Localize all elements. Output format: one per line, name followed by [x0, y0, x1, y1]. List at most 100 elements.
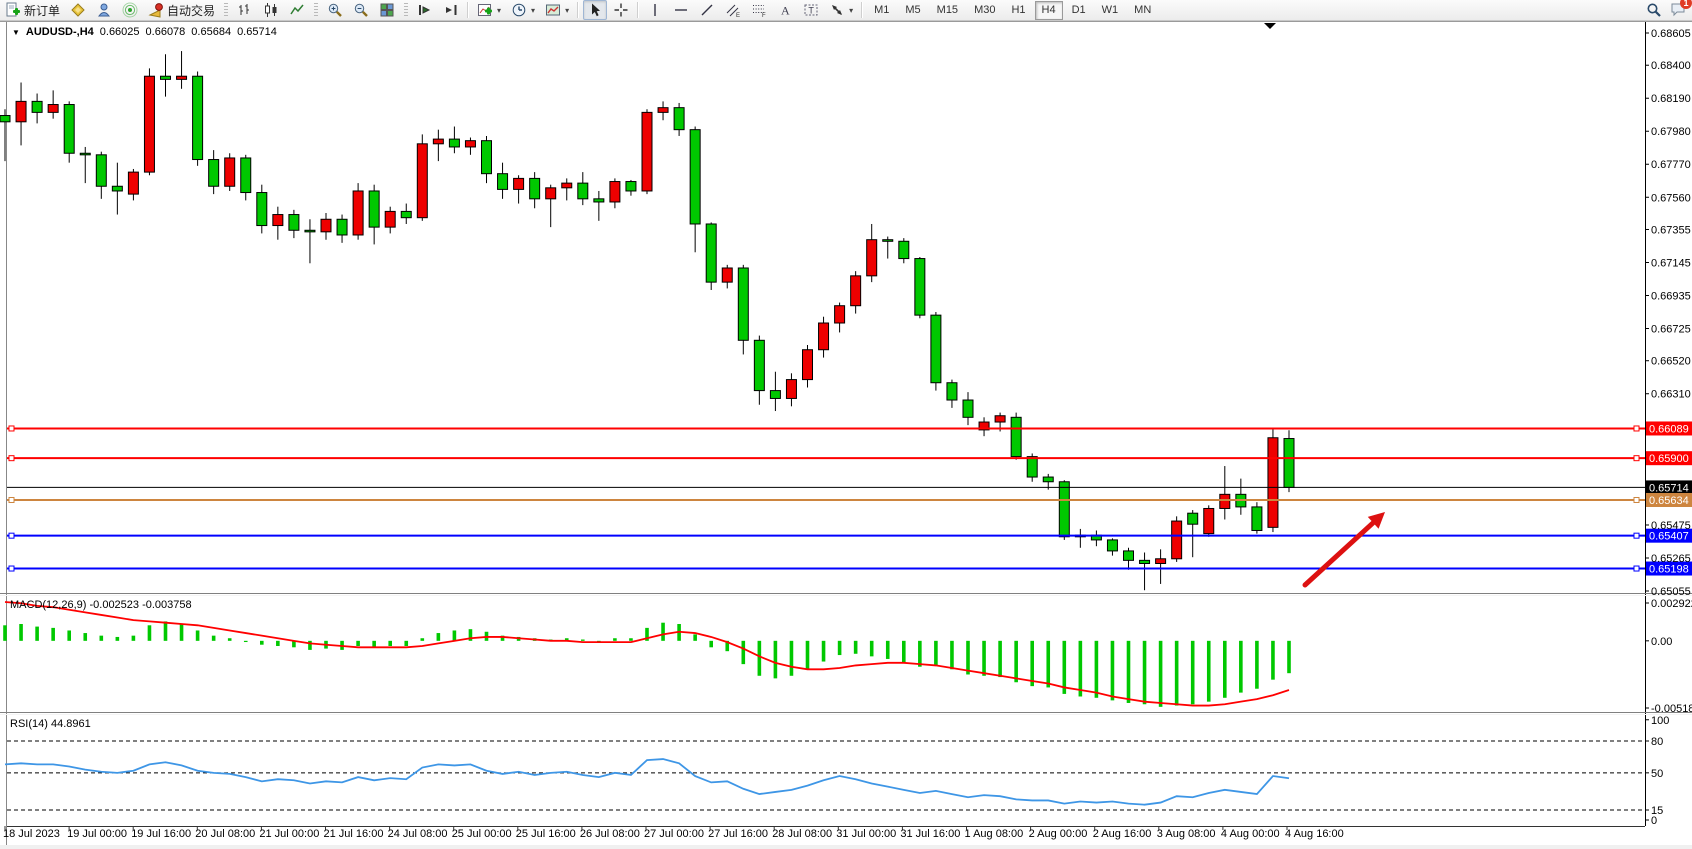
timeframe-button-H1[interactable]: H1: [1004, 1, 1032, 20]
price-axis-label: 0.68190: [1651, 93, 1691, 105]
timeframe-button-M5[interactable]: M5: [898, 1, 927, 20]
svg-text:T: T: [808, 6, 814, 16]
time-label: 21 Jul 16:00: [324, 828, 384, 840]
macd-histogram-bar: [196, 630, 200, 640]
autotrading-button[interactable]: 自动交易: [144, 0, 219, 20]
macd-histogram-bar: [774, 641, 778, 679]
search-icon[interactable]: [1646, 2, 1662, 18]
signal-button[interactable]: [118, 0, 142, 20]
fibonacci-tool-button[interactable]: F: [747, 0, 771, 20]
cursor-button[interactable]: [583, 0, 607, 20]
zoom-out-button[interactable]: [349, 0, 373, 20]
candle: [177, 76, 187, 79]
price-axis-label: 0.67560: [1651, 192, 1691, 204]
macd-histogram-bar: [998, 641, 1002, 677]
line-handle[interactable]: [1634, 456, 1639, 461]
price-axis-label: 0.67355: [1651, 224, 1691, 236]
line-handle[interactable]: [9, 533, 14, 538]
text-label-icon: T: [803, 2, 819, 18]
candle: [642, 112, 652, 191]
timeframe-button-H4[interactable]: H4: [1035, 1, 1063, 20]
price-line-label: 0.66089: [1649, 423, 1689, 435]
chart-menu-triangle-icon[interactable]: ▼: [12, 28, 20, 37]
gold-button[interactable]: [66, 0, 90, 20]
candle: [32, 101, 42, 112]
horizontal-line-tool-button[interactable]: [669, 0, 693, 20]
templates-icon: [545, 2, 561, 18]
line-handle[interactable]: [9, 497, 14, 502]
vertical-line-tool-button[interactable]: [643, 0, 667, 20]
line-chart-button[interactable]: [285, 0, 309, 20]
rsi-name: RSI(14): [10, 718, 48, 730]
candle: [353, 191, 363, 235]
timeframe-button-W1[interactable]: W1: [1095, 1, 1126, 20]
line-handle[interactable]: [9, 566, 14, 571]
macd-histogram-bar: [1063, 641, 1067, 694]
line-handle[interactable]: [9, 456, 14, 461]
time-axis[interactable]: 18 Jul 202319 Jul 00:0019 Jul 16:0020 Ju…: [0, 828, 1692, 844]
macd-name: MACD(12,26,9): [10, 599, 86, 611]
periods-button[interactable]: ▾: [507, 0, 539, 20]
chart-canvas[interactable]: 0.660890.659000.657140.656340.654070.651…: [0, 0, 1692, 849]
candle: [225, 158, 235, 186]
bar-chart-icon: [237, 2, 253, 18]
macd-histogram-bar: [212, 636, 216, 641]
timeframe-button-M30[interactable]: M30: [967, 1, 1002, 20]
candle: [64, 105, 74, 154]
macd-histogram-bar: [693, 634, 697, 640]
macd-histogram-bar: [742, 641, 746, 664]
bar-chart-button[interactable]: [233, 0, 257, 20]
candle: [369, 191, 379, 227]
candle: [626, 182, 636, 191]
candle: [915, 259, 925, 316]
crosshair-button[interactable]: [609, 0, 633, 20]
candlestick-chart-button[interactable]: [259, 0, 283, 20]
candle: [161, 76, 171, 79]
new-order-button[interactable]: 新订单: [1, 0, 64, 20]
community-button[interactable]: [92, 0, 116, 20]
timeframe-button-M15[interactable]: M15: [930, 1, 965, 20]
text-tool-button[interactable]: A: [773, 0, 797, 20]
chart-shift-button[interactable]: [439, 0, 463, 20]
candle: [1188, 513, 1198, 524]
toolbar: 新订单 自动交易: [0, 0, 1692, 21]
gold-icon: [70, 2, 86, 18]
candle: [658, 108, 668, 113]
line-handle[interactable]: [1634, 497, 1639, 502]
toolbar-separator: [861, 2, 863, 18]
notifications-button[interactable]: 1: [1670, 1, 1686, 20]
candle: [514, 178, 524, 189]
tile-windows-button[interactable]: [375, 0, 399, 20]
candle: [0, 116, 10, 122]
auto-scroll-button[interactable]: [413, 0, 437, 20]
arrows-tool-button[interactable]: ▾: [825, 0, 857, 20]
dropdown-caret-icon: ▾: [565, 6, 569, 15]
templates-button[interactable]: ▾: [541, 0, 573, 20]
mt4-window: 新订单 自动交易: [0, 0, 1692, 849]
line-handle[interactable]: [1634, 426, 1639, 431]
rsi-axis-label: 80: [1651, 736, 1663, 748]
zoom-in-button[interactable]: [323, 0, 347, 20]
timeframe-button-MN[interactable]: MN: [1127, 1, 1158, 20]
trendline-tool-button[interactable]: [695, 0, 719, 20]
horizontal-line-icon: [673, 2, 689, 18]
candle: [1252, 507, 1262, 531]
channel-tool-button[interactable]: E: [721, 0, 745, 20]
label-tool-button[interactable]: T: [799, 0, 823, 20]
macd-histogram-bar: [1046, 641, 1050, 688]
timeframe-button-M1[interactable]: M1: [867, 1, 896, 20]
timeframe-button-D1[interactable]: D1: [1065, 1, 1093, 20]
timeframe-group: M1M5M15M30H1H4D1W1MN: [866, 1, 1159, 20]
time-label: 28 Jul 08:00: [772, 828, 832, 840]
price-line-label: 0.65198: [1649, 564, 1689, 576]
rsi-axis-label: 100: [1651, 715, 1669, 727]
line-handle[interactable]: [1634, 566, 1639, 571]
indicators-button[interactable]: ▾: [473, 0, 505, 20]
macd-histogram-bar: [51, 628, 55, 641]
macd-label: MACD(12,26,9) -0.002523 -0.003758: [10, 599, 192, 611]
line-handle[interactable]: [9, 426, 14, 431]
line-handle[interactable]: [1634, 533, 1639, 538]
time-label: 25 Jul 00:00: [452, 828, 512, 840]
candle: [289, 215, 299, 231]
macd-histogram-bar: [132, 636, 136, 641]
